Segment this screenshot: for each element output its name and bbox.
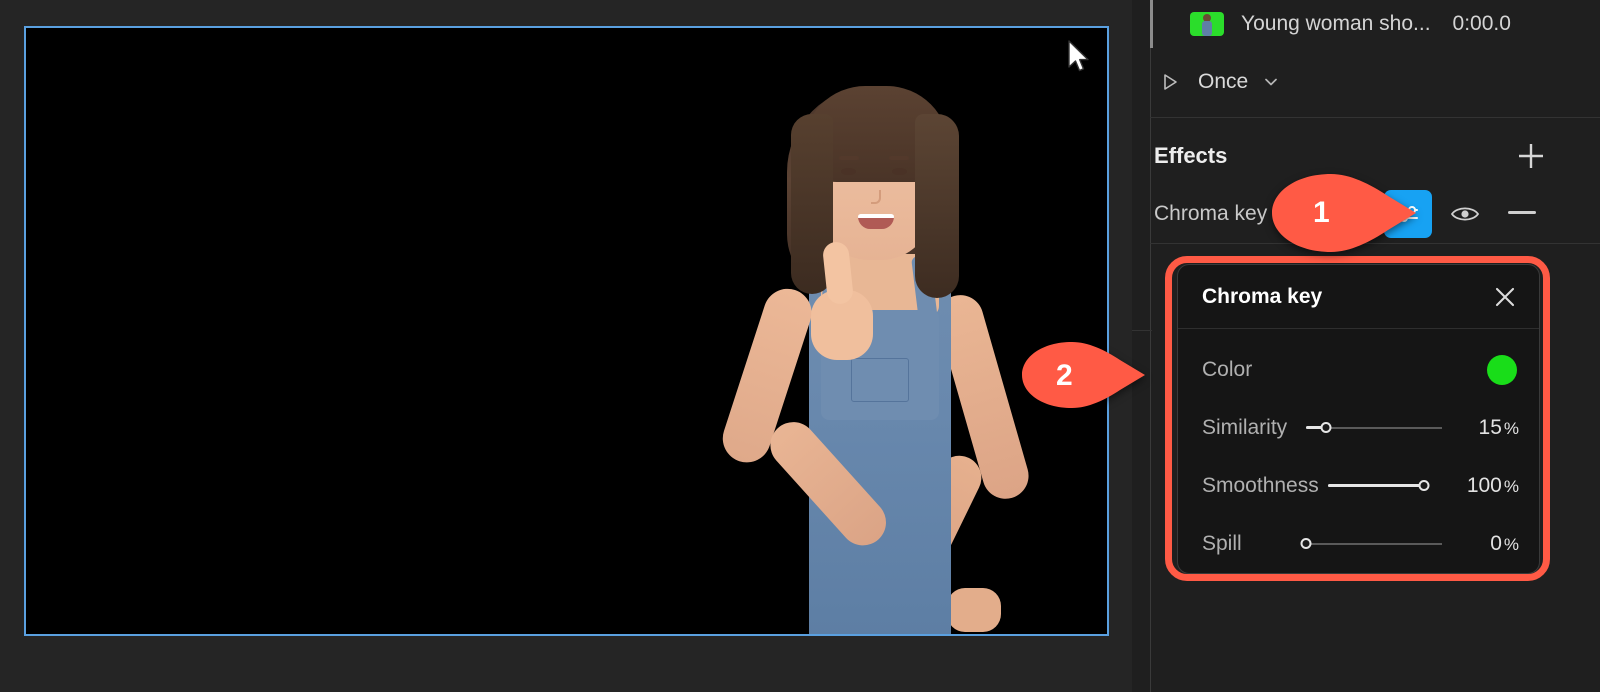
chroma-key-panel-header: Chroma key — [1178, 265, 1539, 329]
chroma-color-swatch[interactable] — [1487, 355, 1517, 385]
chroma-label-similarity: Similarity — [1202, 416, 1288, 439]
similarity-value: 15% — [1478, 416, 1519, 439]
chroma-label-smoothness: Smoothness — [1202, 474, 1319, 497]
arrow-cursor-icon — [1068, 40, 1089, 72]
chroma-key-panel-title: Chroma key — [1202, 284, 1323, 308]
chroma-row-spill[interactable]: Spill 0% — [1178, 515, 1539, 573]
callout-pointer-icon — [1022, 342, 1145, 408]
callout-marker-1: 1 — [1270, 172, 1420, 254]
playback-mode-label: Once — [1198, 70, 1249, 93]
chroma-label-color: Color — [1202, 358, 1253, 381]
chroma-key-panel[interactable]: Chroma key Color Similarity 15% Smoothne… — [1177, 264, 1540, 574]
callout-number-1: 1 — [1313, 196, 1330, 229]
video-canvas[interactable] — [26, 28, 1107, 634]
clip-title: Young woman sho... — [1241, 12, 1431, 35]
clip-thumbnail — [1190, 12, 1224, 36]
subject-woman-thumbs-up — [559, 28, 1108, 634]
plus-icon[interactable] — [1516, 141, 1546, 171]
preview-pane — [0, 0, 1132, 692]
divider-small — [1132, 330, 1152, 331]
playback-mode-row[interactable]: Once — [1150, 56, 1600, 108]
chroma-row-color[interactable]: Color — [1178, 341, 1539, 399]
chroma-row-smoothness[interactable]: Smoothness 100% — [1178, 457, 1539, 515]
spill-value: 0% — [1490, 532, 1519, 555]
video-preview-frame[interactable] — [24, 26, 1109, 636]
minus-icon[interactable] — [1508, 211, 1536, 214]
callout-number-2: 2 — [1056, 359, 1073, 392]
clip-accent-bar — [1150, 0, 1153, 48]
clip-timestamp: 0:00.0 — [1452, 12, 1511, 35]
chroma-row-similarity[interactable]: Similarity 15% — [1178, 399, 1539, 457]
close-x-icon[interactable] — [1493, 285, 1517, 309]
eye-icon[interactable] — [1450, 200, 1480, 228]
smoothness-slider[interactable] — [1328, 479, 1430, 493]
similarity-slider[interactable] — [1306, 421, 1442, 435]
spill-slider[interactable] — [1300, 537, 1442, 551]
play-triangle-icon[interactable] — [1160, 72, 1180, 92]
clip-info-row[interactable]: Young woman sho... 0:00.0 — [1150, 0, 1600, 48]
callout-marker-2: 2 — [1020, 340, 1148, 410]
effect-name: Chroma key — [1154, 202, 1268, 225]
chevron-down-icon[interactable] — [1262, 73, 1280, 91]
smoothness-value: 100% — [1466, 474, 1519, 497]
app-root: Young woman sho... 0:00.0 Once Effects C… — [0, 0, 1600, 692]
callout-pointer-icon — [1272, 174, 1416, 252]
effects-title: Effects — [1154, 142, 1228, 168]
chroma-label-spill: Spill — [1202, 532, 1242, 555]
